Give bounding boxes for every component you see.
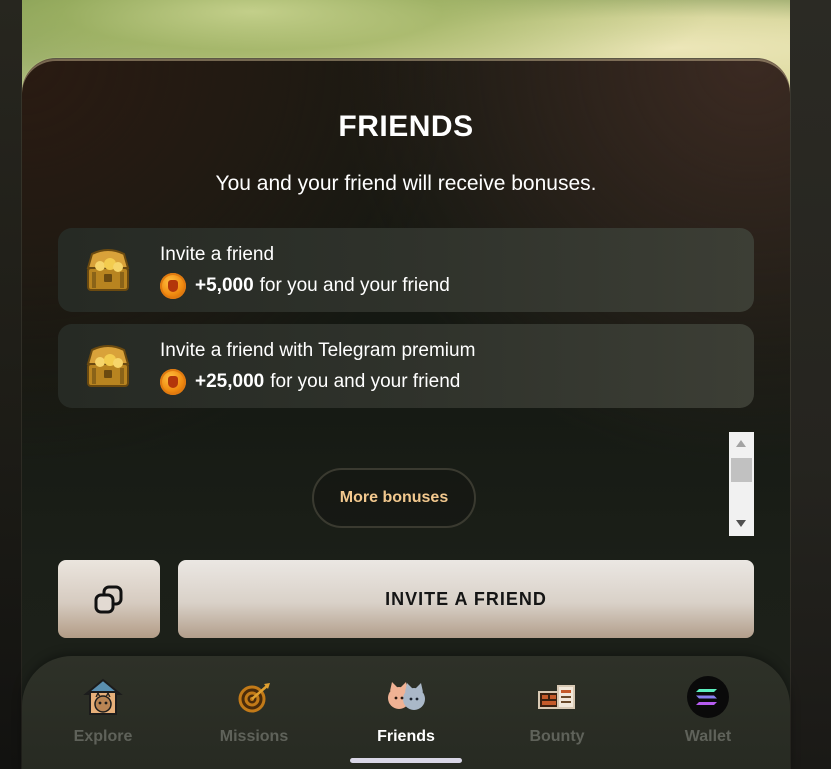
nav-label: Missions [219,728,289,745]
treasure-chest-icon [86,249,130,291]
coin-icon [160,273,186,299]
page-subtitle: You and your friend will receive bonuses… [215,172,597,195]
nav-item-friends[interactable]: Friends [346,676,466,756]
coin-icon [160,369,186,395]
target-icon [238,683,270,713]
cat-friends-icon [388,682,425,710]
nav-item-missions[interactable]: Missions [194,676,314,756]
scroll-up-arrow-icon[interactable] [736,440,746,447]
bonus-reward: +5,000 for you and your friend [160,273,450,299]
nav-label: Explore [73,728,133,745]
nav-item-bounty[interactable]: Bounty [497,676,617,756]
bonus-card-premium: Invite a friend with Telegram premium +2… [58,324,754,408]
nav-label: Bounty [529,728,585,745]
right-backdrop [790,0,831,769]
scroll-thumb[interactable] [731,458,752,482]
nav-item-explore[interactable]: Explore [43,676,163,756]
home-indicator [350,758,462,763]
left-backdrop [0,0,22,769]
bonus-suffix: for you and your friend [270,371,461,392]
more-bonuses-button[interactable]: More bonuses [312,468,476,528]
bonus-amount: +5,000 [195,275,254,296]
nav-item-wallet[interactable]: Wallet [648,676,768,756]
app-screen: FRIENDS You and your friend will receive… [0,0,831,769]
scrollbar[interactable] [729,432,754,536]
nav-label: Wallet [684,728,732,745]
bonus-suffix: for you and your friend [259,275,450,296]
copy-link-button[interactable] [58,560,160,638]
bonus-card-invite: Invite a friend +5,000 for you and your … [58,228,754,312]
bonus-reward: +25,000 for you and your friend [160,369,460,395]
bonus-title: Invite a friend with Telegram premium [160,340,476,361]
bounty-icon [538,685,575,709]
treasure-chest-icon [86,345,130,387]
cat-house-icon [83,678,123,715]
bonus-amount: +25,000 [195,371,265,392]
page-title: FRIENDS [338,110,474,143]
bonus-title: Invite a friend [160,244,275,265]
copy-icon [94,585,123,614]
invite-friend-button[interactable]: INVITE A FRIEND [178,560,754,638]
nav-label: Friends [377,728,435,745]
scroll-down-arrow-icon[interactable] [736,520,746,527]
solana-icon [687,676,729,718]
bottom-nav: Explore Missions Friends Bounty Wallet [22,656,790,769]
